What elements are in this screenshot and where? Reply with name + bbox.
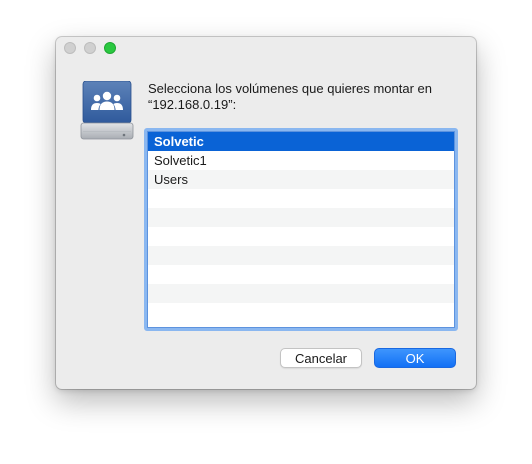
ok-button[interactable]: OK [374, 348, 456, 368]
volumes-list-body: Solvetic Solvetic1 Users [147, 131, 455, 328]
volumes-list[interactable]: Solvetic Solvetic1 Users [144, 128, 458, 331]
close-window-button[interactable] [64, 42, 76, 54]
zoom-window-button[interactable] [104, 42, 116, 54]
dialog-message-line-2: “192.168.0.19”: [148, 97, 237, 112]
title-bar[interactable] [56, 37, 476, 59]
minimize-window-button[interactable] [84, 42, 96, 54]
empty-list-row [148, 208, 454, 227]
empty-list-row [148, 284, 454, 303]
empty-list-row [148, 189, 454, 208]
mount-volumes-dialog: Selecciona los volúmenes que quieres mon… [56, 37, 476, 389]
dialog-message: Selecciona los volúmenes que quieres mon… [148, 81, 458, 113]
empty-list-row [148, 227, 454, 246]
cancel-button[interactable]: Cancelar [280, 348, 362, 368]
empty-list-row [148, 246, 454, 265]
empty-list-row [148, 303, 454, 322]
volume-item-solvetic1[interactable]: Solvetic1 [148, 151, 454, 170]
dialog-message-line-1: Selecciona los volúmenes que quieres mon… [148, 81, 433, 96]
volume-item-solvetic[interactable]: Solvetic [148, 132, 454, 151]
shared-server-drive-icon [80, 80, 134, 141]
volume-item-users[interactable]: Users [148, 170, 454, 189]
empty-list-row [148, 265, 454, 284]
